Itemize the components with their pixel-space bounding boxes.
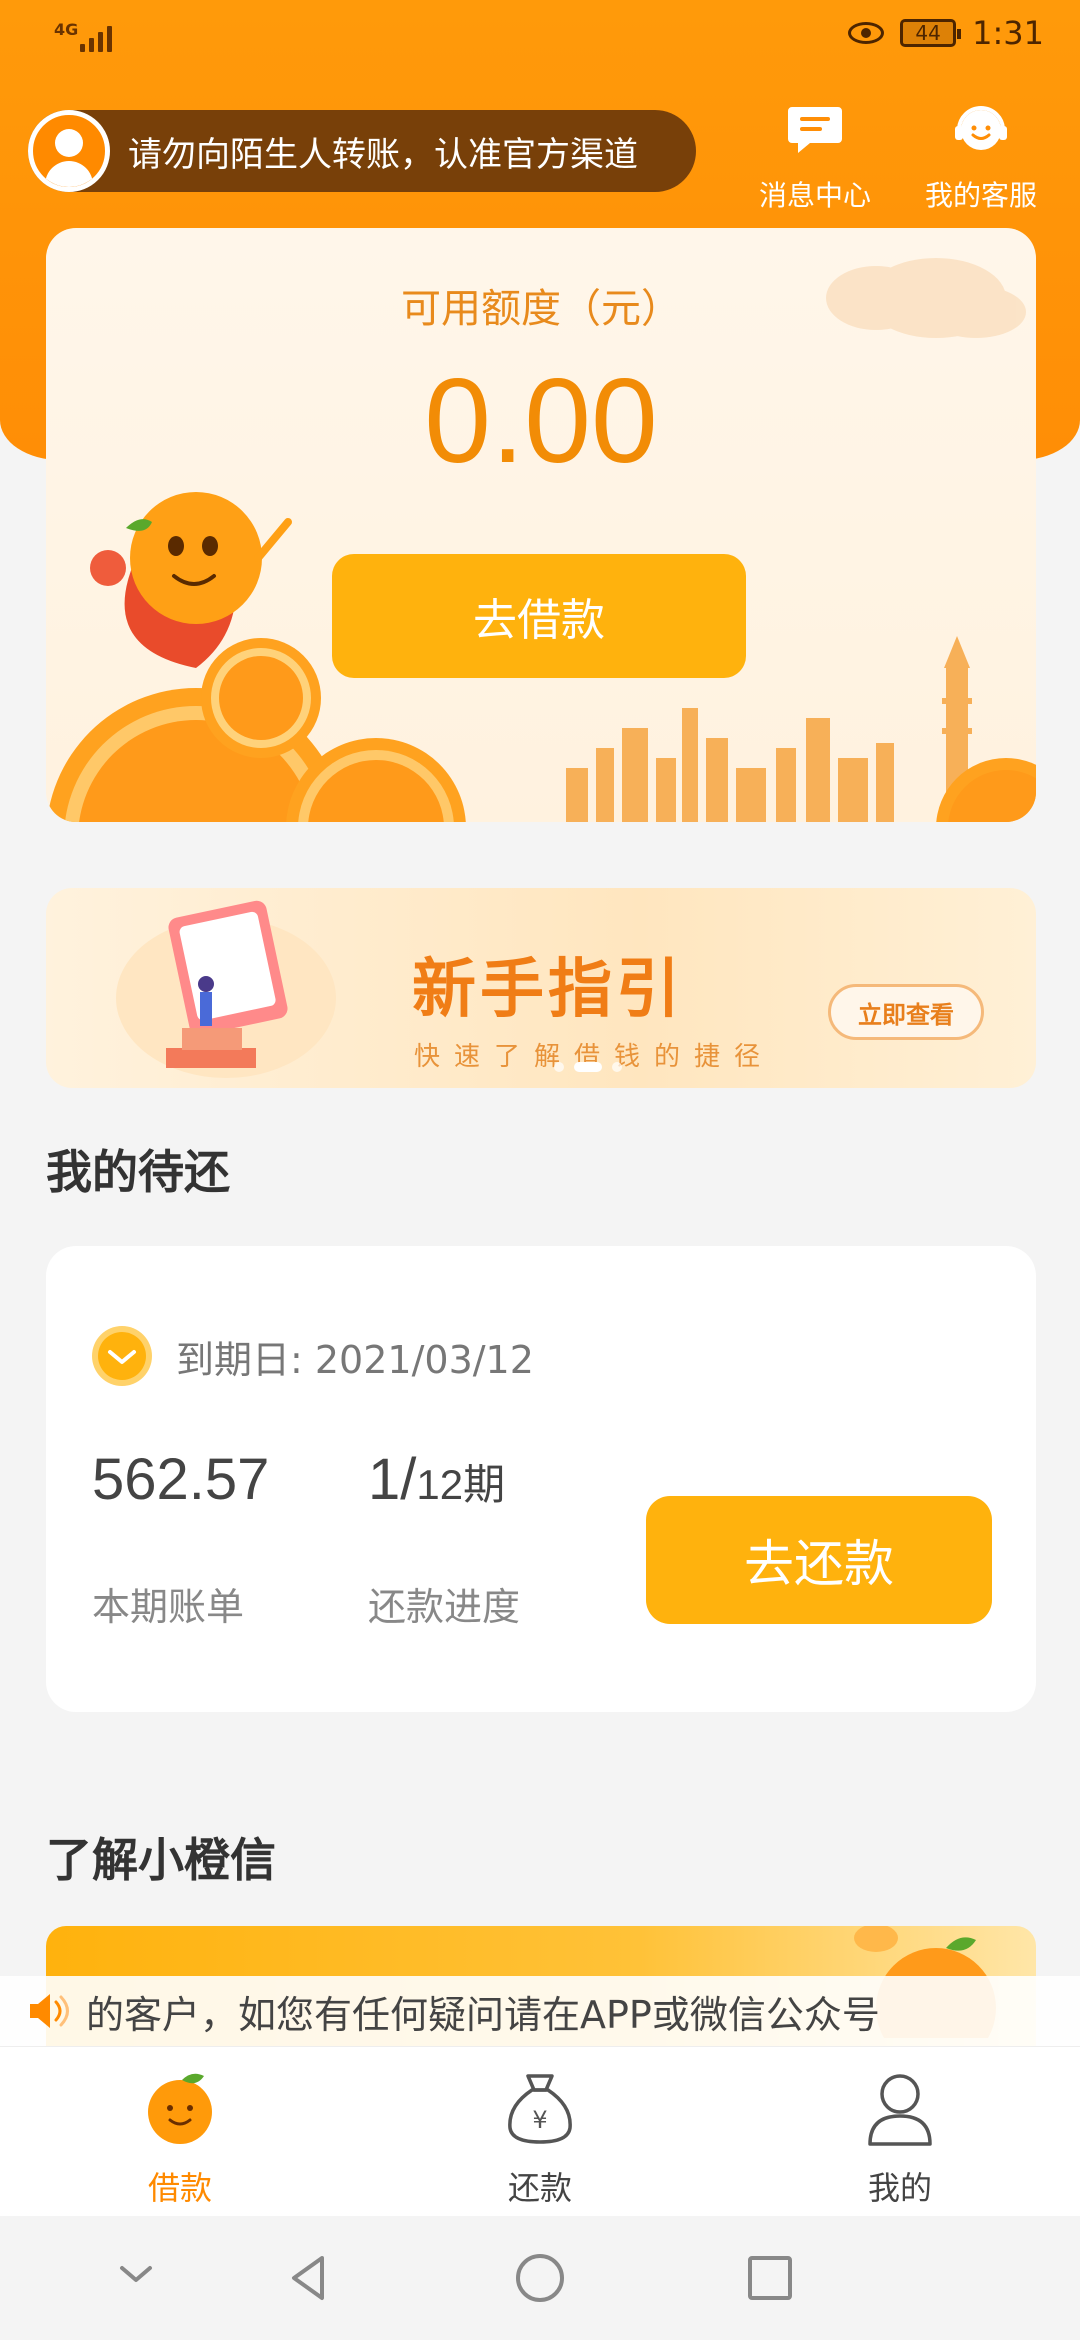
person-icon [868, 2074, 932, 2146]
home-icon[interactable] [512, 2250, 568, 2306]
tab-mine[interactable]: 我的 [800, 2063, 1000, 2209]
due-date: 到期日: 2021/03/12 [176, 1337, 534, 1382]
clock-icon [92, 1326, 152, 1386]
money-bag-icon: ¥ [508, 2074, 572, 2144]
newbie-guide-banner[interactable]: 新手指引 快速了解借钱的捷径 立即查看 [46, 888, 1036, 1088]
warning-text: 请勿向陌生人转账，认准官方渠道 [128, 134, 638, 175]
eye-icon [848, 22, 885, 44]
clock: 1:31 [972, 14, 1044, 52]
headset-icon [955, 106, 1007, 150]
about-title: 了解小橙信 [46, 1833, 276, 1887]
notice-text: 的客户，如您有任何疑问请在APP或微信公众号 [86, 1992, 880, 2037]
customer-service-button[interactable]: 我的客服 [906, 100, 1056, 214]
repay-progress: 1/12期 [368, 1446, 505, 1513]
security-warning-banner: 请勿向陌生人转账，认准官方渠道 [28, 110, 696, 192]
system-nav-bar [0, 2216, 1080, 2340]
message-center-label: 消息中心 [758, 179, 871, 212]
repay-button[interactable]: 去还款 [646, 1496, 992, 1624]
notice-marquee[interactable]: 的客户，如您有任何疑问请在APP或微信公众号 [0, 1976, 1080, 2046]
message-icon [788, 107, 842, 153]
tab-mine-label: 我的 [867, 2169, 932, 2207]
view-now-button[interactable]: 立即查看 [828, 984, 984, 1040]
customer-service-label: 我的客服 [924, 179, 1037, 212]
credit-amount: 0.00 [424, 354, 658, 488]
credit-label: 可用额度（元） [401, 286, 681, 332]
avatar-icon[interactable] [28, 110, 110, 192]
progress-current: 1/ [368, 1447, 417, 1512]
orange-icon [148, 2073, 212, 2144]
status-bar: 4G 44 1:31 [0, 0, 1080, 80]
svg-text:¥: ¥ [532, 2106, 547, 2134]
recents-icon[interactable] [742, 2250, 798, 2306]
bill-amount-label: 本期账单 [92, 1585, 245, 1629]
tab-borrow-label: 借款 [147, 2169, 212, 2207]
pending-repay-title: 我的待还 [46, 1145, 230, 1199]
progress-total: 12期 [416, 1461, 506, 1508]
banner-title: 新手指引 [412, 953, 684, 1027]
speaker-icon [30, 1994, 69, 2028]
chevron-down-icon[interactable] [112, 2250, 160, 2298]
borrow-button[interactable]: 去借款 [332, 554, 746, 678]
network-type: 4G [54, 20, 79, 39]
message-center-button[interactable]: 消息中心 [740, 100, 890, 214]
tab-borrow[interactable]: 借款 [80, 2063, 280, 2209]
carousel-dots [554, 1062, 622, 1072]
tab-repay[interactable]: ¥ 还款 [440, 2063, 640, 2209]
bill-amount: 562.57 [92, 1447, 270, 1512]
tablet-illustration-icon [116, 900, 336, 1078]
repay-card: 到期日: 2021/03/12 562.57 本期账单 1/12期 还款进度 去… [46, 1246, 1036, 1712]
battery-icon: 44 [900, 19, 962, 47]
repay-progress-label: 还款进度 [368, 1585, 521, 1629]
tab-repay-label: 还款 [507, 2169, 572, 2207]
credit-card: 可用额度（元） 0.00 去借款 [46, 228, 1036, 822]
bottom-tab-bar: 借款 ¥ 还款 我的 [0, 2046, 1080, 2216]
signal-icon [80, 22, 112, 52]
back-icon[interactable] [282, 2250, 338, 2306]
